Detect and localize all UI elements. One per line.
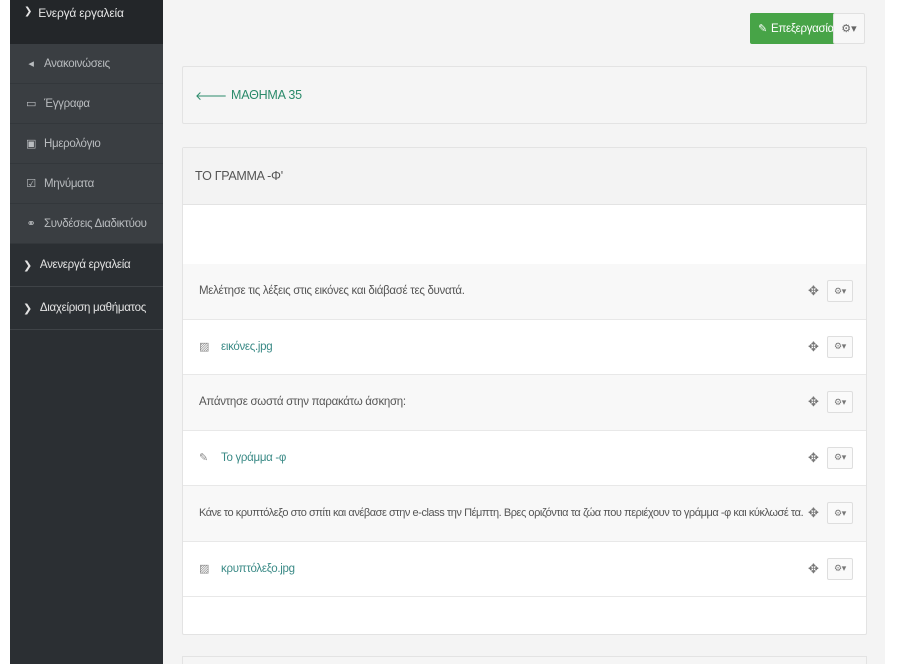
move-icon[interactable]: ✥ xyxy=(808,339,819,355)
settings-dropdown-button[interactable]: ⚙▾ xyxy=(833,13,865,44)
resource-link[interactable]: εικόνες.jpg xyxy=(221,341,273,353)
sidebar-item-label: Έγγραφα xyxy=(44,97,90,110)
sidebar-group-label: Διαχείριση μαθήματος xyxy=(39,302,146,314)
sidebar-group-course-management[interactable]: ❯ Διαχείριση μαθήματος xyxy=(10,287,163,330)
edit-icon: ✎ xyxy=(758,23,767,35)
image-file-icon: ▨ xyxy=(199,563,210,576)
chevron-right-icon: ❯ xyxy=(23,259,32,272)
resource-text: Απάντησε σωστά στην παρακάτω άσκηση: xyxy=(199,396,406,409)
move-icon[interactable]: ✥ xyxy=(808,450,819,466)
list-item: ▨ κρυπτόλεξο.jpg ✥ ⚙▾ xyxy=(183,542,866,597)
item-settings-button[interactable]: ⚙▾ xyxy=(827,391,853,414)
edit-icon: ✎ xyxy=(199,452,208,465)
list-item: ✎ Το γράμμα -φ ✥ ⚙▾ xyxy=(183,431,866,486)
sidebar-item-documents[interactable]: ▭ Έγγραφα xyxy=(10,84,163,124)
sidebar-item-announcements[interactable]: ◂ Ανακοινώσεις xyxy=(10,44,163,84)
move-icon[interactable]: ✥ xyxy=(808,505,819,521)
sidebar-active-tools-header[interactable]: ❯ Ενεργά εργαλεία xyxy=(10,0,163,44)
item-settings-button[interactable]: ⚙▾ xyxy=(827,335,853,358)
edit-button[interactable]: ✎ Επεξεργασία xyxy=(750,13,842,44)
move-icon[interactable]: ✥ xyxy=(808,394,819,410)
back-to-unit-link[interactable]: 🡐 ΜΑΘΗΜΑ 35 xyxy=(182,66,867,124)
sidebar-group-inactive-tools[interactable]: ❯ Ανενεργά εργαλεία xyxy=(10,244,163,287)
sidebar: ❯ Ενεργά εργαλεία ◂ Ανακοινώσεις ▭ Έγγρα… xyxy=(10,0,163,664)
move-icon[interactable]: ✥ xyxy=(808,561,819,577)
calendar-icon: ▣ xyxy=(25,138,37,150)
item-settings-button[interactable]: ⚙▾ xyxy=(827,280,853,303)
item-settings-button[interactable]: ⚙▾ xyxy=(827,502,853,525)
edit-button-label: Επεξεργασία xyxy=(770,22,834,35)
right-margin xyxy=(885,0,901,664)
section-title-text: ΤΟ ΓΡΑΜΜΑ -Φ' xyxy=(195,169,283,183)
chevron-right-icon: ❯ xyxy=(23,302,32,315)
sidebar-item-messages[interactable]: ☑ Μηνύματα xyxy=(10,164,163,204)
next-section-panel xyxy=(182,656,867,664)
unit-title: ΜΑΘΗΜΑ 35 xyxy=(230,88,302,102)
chevron-down-icon: ❯ xyxy=(24,6,33,17)
move-icon[interactable]: ✥ xyxy=(808,283,819,299)
resource-list: Μελέτησε τις λέξεις στις εικόνες και διά… xyxy=(183,264,866,597)
sidebar-item-label: Μηνύματα xyxy=(44,177,94,190)
unit-section: ΤΟ ΓΡΑΜΜΑ -Φ' Μελέτησε τις λέξεις στις ε… xyxy=(182,147,867,635)
list-item: Κάνε το κρυπτόλεξο στο σπίτι και ανέβασε… xyxy=(183,486,866,542)
item-settings-button[interactable]: ⚙▾ xyxy=(827,557,853,580)
cogs-icon: ⚙▾ xyxy=(841,23,857,35)
resource-link[interactable]: Το γράμμα -φ xyxy=(221,452,286,464)
list-item: Μελέτησε τις λέξεις στις εικόνες και διά… xyxy=(183,264,866,320)
sidebar-item-label: Ανακοινώσεις xyxy=(44,57,110,70)
main-content: ✎ Επεξεργασία ⚙▾ 🡐 ΜΑΘΗΜΑ 35 ΤΟ ΓΡΑΜΜΑ -… xyxy=(163,0,885,664)
folder-open-icon: ▭ xyxy=(25,98,37,110)
sidebar-active-tools-list: ◂ Ανακοινώσεις ▭ Έγγραφα ▣ Ημερολόγιο ☑ … xyxy=(10,44,163,244)
image-file-icon: ▨ xyxy=(199,341,210,354)
resource-text: Μελέτησε τις λέξεις στις εικόνες και διά… xyxy=(199,285,465,298)
sidebar-item-calendar[interactable]: ▣ Ημερολόγιο xyxy=(10,124,163,164)
sidebar-group-label: Ανενεργά εργαλεία xyxy=(39,259,131,271)
bullhorn-icon: ◂ xyxy=(28,58,34,70)
sidebar-item-label: Ημερολόγιο xyxy=(44,137,101,150)
item-settings-button[interactable]: ⚙▾ xyxy=(827,446,853,469)
sidebar-group-label: Ενεργά εργαλεία xyxy=(38,6,124,20)
toolbar: ✎ Επεξεργασία ⚙▾ xyxy=(163,8,885,46)
arrow-left-icon: 🡐 xyxy=(195,88,227,103)
sidebar-item-links[interactable]: ⚭ Συνδέσεις Διαδικτύου xyxy=(10,204,163,244)
section-title: ΤΟ ΓΡΑΜΜΑ -Φ' xyxy=(183,148,866,205)
sidebar-item-label: Συνδέσεις Διαδικτύου xyxy=(44,217,147,230)
link-icon: ⚭ xyxy=(26,218,36,230)
list-item: Απάντησε σωστά στην παρακάτω άσκηση: ✥ ⚙… xyxy=(183,375,866,431)
envelope-check-icon: ☑ xyxy=(26,178,36,190)
resource-text: Κάνε το κρυπτόλεξο στο σπίτι και ανέβασε… xyxy=(199,507,804,520)
resource-link[interactable]: κρυπτόλεξο.jpg xyxy=(221,563,295,575)
list-item: ▨ εικόνες.jpg ✥ ⚙▾ xyxy=(183,320,866,375)
